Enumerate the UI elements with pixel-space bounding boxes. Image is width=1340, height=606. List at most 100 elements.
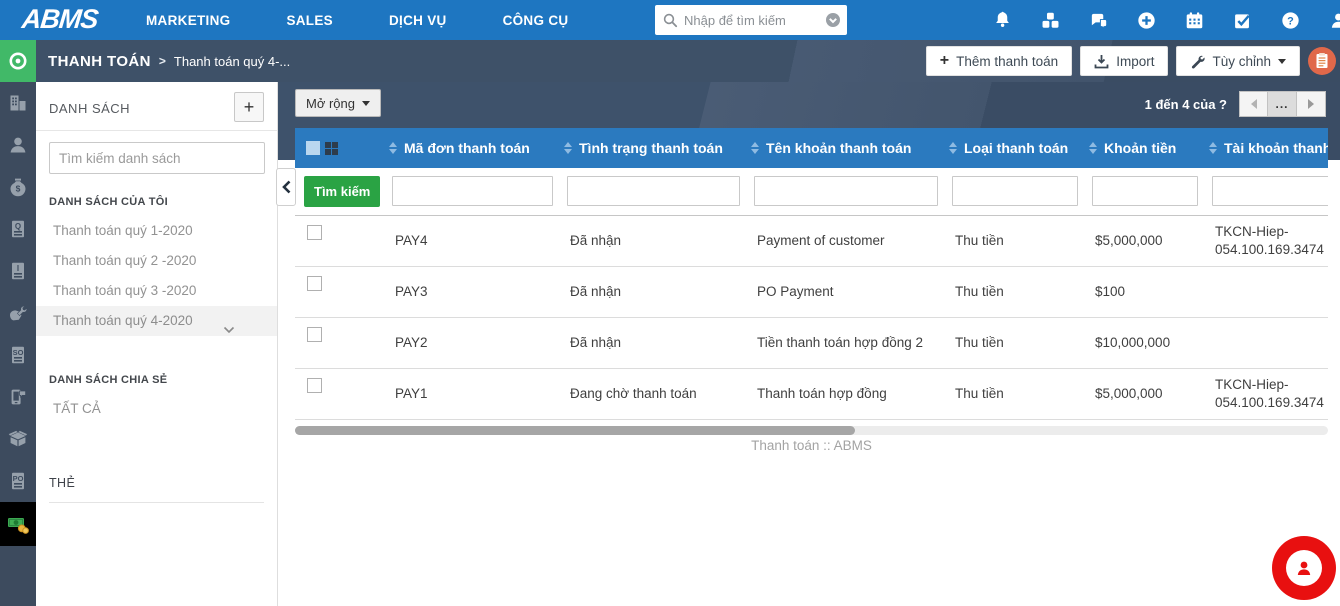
chat-icon[interactable] (1089, 11, 1108, 30)
horizontal-scrollbar[interactable] (295, 426, 1328, 435)
table-row[interactable]: PAY2 Đã nhận Tiền thanh toán hợp đồng 2 … (295, 317, 1328, 368)
chevron-left-icon (281, 180, 290, 194)
sidebar-list-item[interactable]: Thanh toán quý 3 -2020 (36, 276, 277, 306)
next-page-button[interactable] (1297, 91, 1326, 117)
filter-row: Tìm kiếm (295, 168, 1328, 216)
column-header[interactable]: Tình trạng thanh toán (560, 128, 747, 168)
nav-menu-item[interactable]: MARKETING (118, 13, 258, 28)
app-logo[interactable]: ABMS (20, 4, 99, 35)
pagination: 1 đến 4 của ? ... (1145, 91, 1326, 117)
expand-button[interactable]: Mở rộng (295, 89, 381, 117)
sidebar-list-item[interactable]: Thanh toán quý 2 -2020 (36, 246, 277, 276)
add-list-button[interactable]: + (234, 92, 264, 122)
cell-account (1205, 317, 1328, 368)
column-header[interactable]: Khoản tiền (1085, 128, 1205, 168)
invoice-doc-icon[interactable]: I (0, 250, 36, 292)
cell-account (1205, 266, 1328, 317)
chevron-down-icon[interactable] (223, 315, 235, 345)
filter-input-tinh-trang[interactable] (567, 176, 740, 207)
row-checkbox[interactable] (307, 275, 322, 291)
cell-name: Payment of customer (757, 232, 885, 248)
bell-icon[interactable] (993, 11, 1012, 30)
nav-menu-item[interactable]: CÔNG CỤ (475, 13, 597, 28)
tags-header: THẺ (49, 476, 76, 490)
prev-page-button[interactable] (1239, 91, 1268, 117)
list-search-input[interactable] (49, 142, 265, 174)
column-header[interactable]: Loại thanh toán (945, 128, 1085, 168)
quote-doc-icon[interactable]: Q (0, 208, 36, 250)
cell-amount: $100 (1095, 283, 1126, 299)
sort-icon[interactable] (751, 142, 759, 154)
column-header[interactable]: Mã đơn thanh toán (385, 128, 560, 168)
cell-name: PO Payment (757, 283, 834, 299)
plus-circle-icon[interactable] (1137, 11, 1156, 30)
sidebar-list-item[interactable]: Thanh toán quý 1-2020 (36, 216, 277, 246)
import-button[interactable]: Import (1080, 46, 1169, 76)
top-navbar: ABMS MARKETING SALES DỊCH VỤ CÔNG CỤ Nhậ… (0, 0, 1340, 40)
filter-input-khoan-tien[interactable] (1092, 176, 1198, 207)
search-scope-chevron-icon[interactable] (825, 12, 841, 28)
home-target-icon[interactable] (0, 40, 36, 82)
clipboard-badge-icon[interactable] (1308, 47, 1336, 75)
customize-button[interactable]: Tùy chỉnh (1176, 46, 1300, 76)
column-header[interactable]: Tên khoản thanh toán (747, 128, 945, 168)
add-payment-button[interactable]: + Thêm thanh toán (925, 46, 1073, 76)
product-box-icon[interactable] (0, 418, 36, 460)
calendar-icon[interactable] (1185, 11, 1204, 30)
row-checkbox[interactable] (307, 377, 322, 393)
cell-payment-id: PAY1 (395, 385, 428, 401)
task-check-icon[interactable] (1233, 11, 1252, 30)
sidebar-collapse-toggle[interactable] (276, 168, 296, 206)
cell-name: Tiền thanh toán hợp đồng 2 (757, 334, 923, 350)
scrollbar-thumb[interactable] (295, 426, 855, 435)
column-header[interactable]: Tài khoản thanh toán (1205, 128, 1328, 168)
sort-icon[interactable] (949, 142, 957, 154)
support-contact-button[interactable] (1272, 536, 1336, 600)
sales-order-doc-icon[interactable]: SO (0, 334, 36, 376)
footer-text: Thanh toán :: ABMS (751, 438, 872, 453)
filter-input-tai-khoan[interactable] (1212, 176, 1328, 207)
sort-icon[interactable] (1209, 142, 1217, 154)
user-icon[interactable] (1329, 11, 1340, 30)
table-search-button[interactable]: Tìm kiếm (304, 175, 381, 207)
building-icon[interactable] (0, 82, 36, 124)
purchase-order-doc-icon[interactable]: PO (0, 460, 36, 502)
search-icon (663, 13, 678, 28)
help-icon[interactable]: ? (1281, 11, 1300, 30)
money-bag-icon[interactable]: $ (0, 166, 36, 208)
breadcrumb-module[interactable]: THANH TOÁN (48, 53, 151, 70)
contact-icon[interactable] (0, 124, 36, 166)
svg-text:PO: PO (13, 474, 24, 483)
main-menu: MARKETING SALES DỊCH VỤ CÔNG CỤ (118, 0, 596, 40)
nav-menu-item[interactable]: SALES (258, 13, 361, 28)
table-row[interactable]: PAY3 Đã nhận PO Payment Thu tiền $100 (295, 266, 1328, 317)
filter-input-ten-khoan[interactable] (754, 176, 938, 207)
row-checkbox[interactable] (307, 224, 322, 240)
select-all-header[interactable] (295, 128, 385, 168)
nav-menu-item[interactable]: DỊCH VỤ (361, 13, 475, 28)
table-row[interactable]: PAY1 Đang chờ thanh toán Thanh toán hợp … (295, 368, 1328, 419)
column-grid-icon[interactable] (325, 141, 338, 155)
row-checkbox[interactable] (307, 326, 322, 342)
phone-chat-icon[interactable] (0, 376, 36, 418)
my-lists: Thanh toán quý 1-2020 Thanh toán quý 2 -… (36, 216, 277, 336)
select-all-checkbox[interactable] (306, 141, 320, 155)
page-more-button[interactable]: ... (1268, 91, 1297, 117)
sort-icon[interactable] (564, 142, 572, 154)
filter-input-ma-don[interactable] (392, 176, 553, 207)
table-row[interactable]: PAY4 Đã nhận Payment of customer Thu tiề… (295, 215, 1328, 266)
sidebar-list-item[interactable]: Thanh toán quý 4-2020 (36, 306, 277, 336)
download-icon (1094, 54, 1109, 69)
service-tool-icon[interactable] (0, 292, 36, 334)
global-search-input[interactable] (684, 12, 825, 28)
sidebar-list-item[interactable]: TẤT CẢ (36, 394, 277, 424)
cell-type: Thu tiền (955, 232, 1004, 248)
sort-icon[interactable] (389, 142, 397, 154)
cubes-icon[interactable] (1041, 11, 1060, 30)
cell-amount: $10,000,000 (1095, 334, 1171, 350)
payment-cash-icon[interactable] (0, 502, 36, 546)
list-sidebar: DANH SÁCH + DANH SÁCH CỦA TÔI Thanh toán… (36, 82, 278, 606)
sort-icon[interactable] (1089, 142, 1097, 154)
filter-input-loai[interactable] (952, 176, 1078, 207)
svg-text:I: I (17, 264, 19, 273)
